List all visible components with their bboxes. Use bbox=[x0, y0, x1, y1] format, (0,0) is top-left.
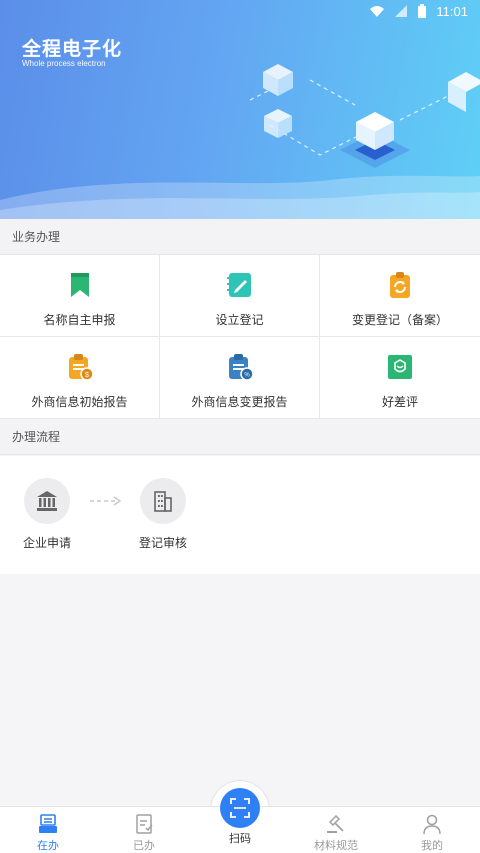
step-icon-wrap bbox=[24, 478, 70, 524]
tab-label: 我的 bbox=[421, 839, 443, 852]
process-flow: 企业申请 登记审核 bbox=[0, 456, 480, 574]
edit-note-icon bbox=[226, 273, 251, 297]
step-icon-wrap bbox=[140, 478, 186, 524]
bookmark-icon bbox=[70, 273, 89, 297]
scan-label: 扫码 bbox=[229, 832, 251, 845]
service-foreign-initial-report[interactable]: $ 外商信息初始报告 bbox=[0, 337, 160, 419]
service-label: 设立登记 bbox=[215, 313, 264, 327]
header-banner: 11:01 全程电子化 Whole process electron bbox=[0, 0, 480, 220]
process-step-apply: 企业申请 bbox=[2, 478, 92, 551]
clipboard-refresh-icon bbox=[390, 272, 410, 298]
done-doc-icon bbox=[136, 814, 153, 834]
service-label: 变更登记（备案） bbox=[351, 313, 448, 327]
service-name-declaration[interactable]: 名称自主申报 bbox=[0, 255, 160, 337]
clipboard-report-icon: $ bbox=[68, 354, 94, 381]
app-subtitle: Whole process electron bbox=[22, 59, 106, 68]
clipboard-change-icon: % bbox=[228, 354, 254, 381]
svg-text:$: $ bbox=[85, 372, 89, 379]
bank-icon bbox=[37, 491, 57, 511]
banner-illustration bbox=[0, 64, 480, 220]
service-label: 外商信息变更报告 bbox=[191, 395, 288, 409]
status-bar: 11:01 bbox=[0, 0, 480, 22]
rating-icon bbox=[388, 355, 412, 379]
tab-completed[interactable]: 已办 bbox=[104, 807, 184, 853]
building-icon bbox=[154, 491, 172, 512]
signal-icon bbox=[395, 5, 408, 17]
service-establish-registration[interactable]: 设立登记 bbox=[160, 255, 320, 337]
tab-in-progress[interactable]: 在办 bbox=[8, 807, 88, 853]
arrow-right-icon bbox=[90, 496, 122, 506]
tab-mine[interactable]: 我的 bbox=[392, 807, 472, 853]
service-change-registration[interactable]: 变更登记（备案） bbox=[320, 255, 480, 337]
tab-material-spec[interactable]: 材料规范 bbox=[296, 807, 376, 853]
tab-label: 已办 bbox=[133, 839, 155, 852]
service-foreign-change-report[interactable]: % 外商信息变更报告 bbox=[160, 337, 320, 419]
section-title-process: 办理流程 bbox=[0, 419, 480, 455]
service-rating[interactable]: 好差评 bbox=[320, 337, 480, 419]
app-title: 全程电子化 bbox=[22, 38, 123, 60]
inbox-icon bbox=[39, 814, 57, 833]
process-step-review: 登记审核 bbox=[118, 478, 208, 551]
status-time: 11:01 bbox=[436, 3, 468, 19]
svg-text:%: % bbox=[244, 373, 250, 379]
step-label: 企业申请 bbox=[22, 536, 71, 550]
wifi-icon bbox=[370, 6, 385, 17]
battery-icon bbox=[418, 4, 427, 18]
scan-icon bbox=[230, 798, 250, 818]
user-icon bbox=[423, 814, 441, 835]
service-grid: 名称自主申报 设立登记 变更登记（备案） $ 外商信息初始报告 % 外商信息变更… bbox=[0, 255, 480, 419]
tab-label: 在办 bbox=[37, 839, 59, 852]
tab-label: 材料规范 bbox=[314, 839, 358, 852]
service-label: 外商信息初始报告 bbox=[31, 395, 128, 409]
scan-button[interactable] bbox=[220, 788, 260, 828]
section-title-business: 业务办理 bbox=[0, 219, 480, 255]
gavel-icon bbox=[327, 814, 344, 833]
service-label: 名称自主申报 bbox=[43, 313, 116, 327]
step-label: 登记审核 bbox=[138, 536, 187, 550]
service-label: 好差评 bbox=[381, 395, 418, 409]
